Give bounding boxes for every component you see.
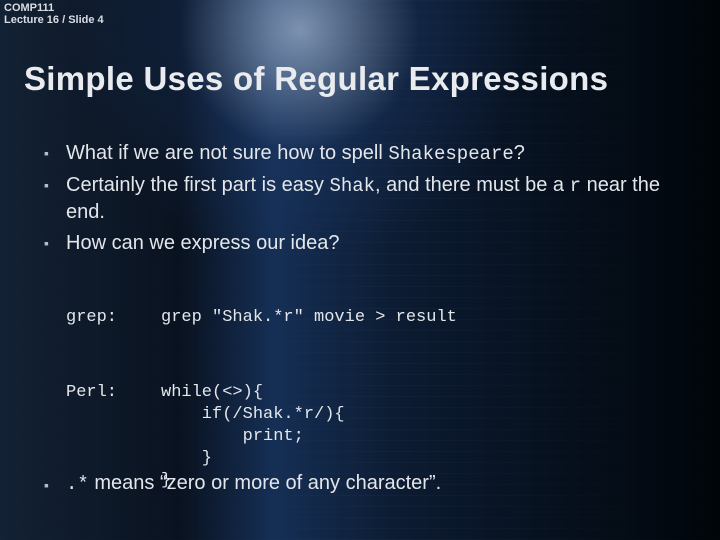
bullet-marker: ▪ [44, 172, 66, 227]
bullet-text: Certainly the first part is easy Shak, a… [66, 172, 694, 227]
code-examples: grep: grep "Shak.*r" movie > result Perl… [66, 263, 694, 540]
code-inline: Shak [329, 175, 375, 197]
slide: COMP111 Lecture 16 / Slide 4 Simple Uses… [0, 0, 720, 540]
bullet-text: How can we express our idea? [66, 230, 694, 257]
grep-code: grep "Shak.*r" movie > result [161, 307, 457, 329]
slide-header: COMP111 Lecture 16 / Slide 4 [4, 2, 104, 26]
slide-title: Simple Uses of Regular Expressions [24, 60, 608, 98]
text: , and there must be a [375, 174, 570, 196]
grep-label: grep: [66, 307, 161, 329]
text: What if we are not sure how to spell [66, 142, 388, 164]
grep-example: grep: grep "Shak.*r" movie > result [66, 307, 694, 329]
bullet-1: ▪ What if we are not sure how to spell S… [44, 140, 694, 168]
bullet-marker: ▪ [44, 230, 66, 257]
code-inline: .* [66, 473, 89, 495]
bullet-marker: ▪ [44, 472, 66, 498]
text: Certainly the first part is easy [66, 174, 329, 196]
bullet-text: What if we are not sure how to spell Sha… [66, 140, 694, 168]
text: ? [514, 142, 525, 164]
code-inline: r [570, 175, 581, 197]
bullet-3: ▪ How can we express our idea? [44, 230, 694, 257]
bullet-2: ▪ Certainly the first part is easy Shak,… [44, 172, 694, 227]
bullet-marker: ▪ [44, 140, 66, 168]
text: means “zero or more of any character”. [89, 472, 441, 494]
code-inline: Shakespeare [388, 143, 513, 165]
lecture-crumb: Lecture 16 / Slide 4 [4, 14, 104, 26]
bullet-text: .* means “zero or more of any character”… [66, 472, 441, 498]
bullet-4: ▪ .* means “zero or more of any characte… [44, 472, 694, 498]
course-code: COMP111 [4, 2, 104, 14]
